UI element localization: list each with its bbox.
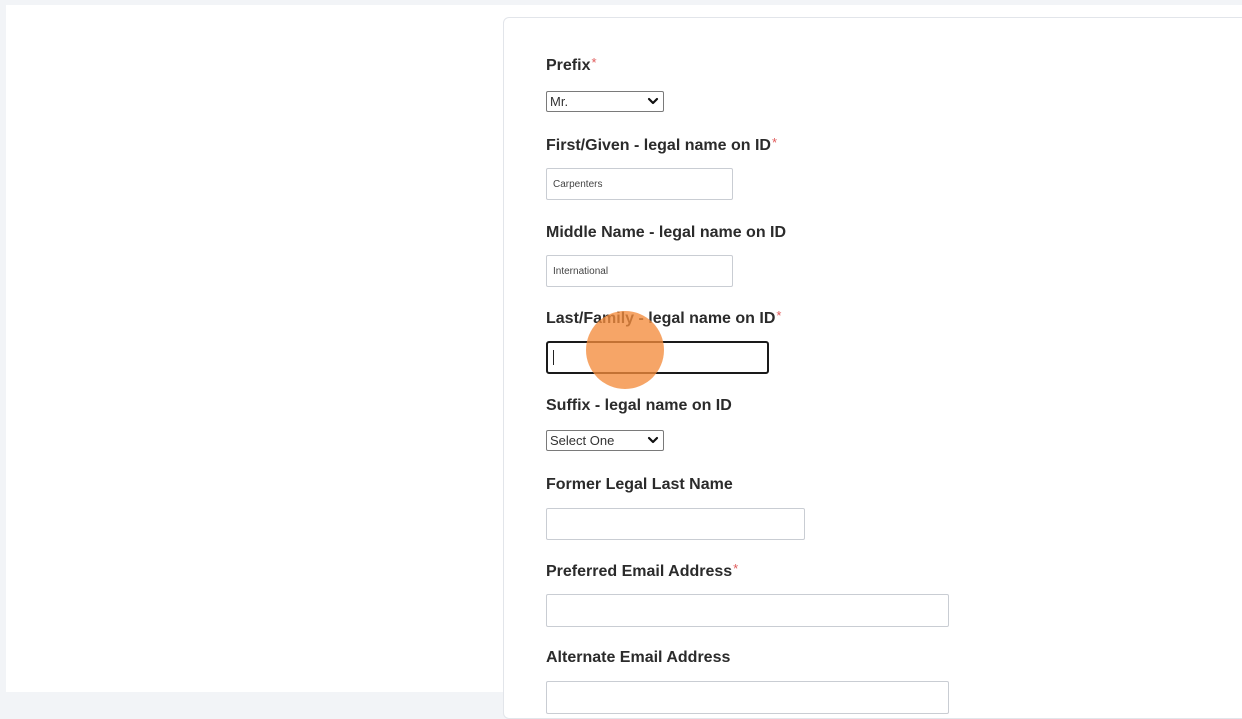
first-name-label: First/Given - legal name on ID*	[546, 135, 777, 155]
prefix-select[interactable]: Mr.	[546, 91, 664, 112]
first-name-input[interactable]: Carpenters	[546, 168, 733, 200]
suffix-select-value: Select One	[550, 433, 615, 448]
preferred-email-label-text: Preferred Email Address	[546, 563, 733, 580]
suffix-select[interactable]: Select One	[546, 430, 664, 451]
chevron-down-icon	[647, 93, 659, 114]
last-name-label: Last/Family - legal name on ID*	[546, 308, 782, 328]
middle-name-value: International	[553, 265, 609, 277]
middle-name-label-text: Middle Name - legal name on ID	[546, 224, 787, 241]
last-name-label-text: Last/Family - legal name on ID	[546, 310, 776, 327]
prefix-label: Prefix*	[546, 55, 597, 75]
required-mark: *	[776, 308, 782, 323]
preferred-email-input[interactable]	[546, 594, 949, 627]
suffix-label: Suffix - legal name on ID	[546, 397, 732, 415]
former-last-name-input[interactable]	[546, 508, 805, 540]
former-last-name-label: Former Legal Last Name	[546, 476, 733, 494]
required-mark: *	[771, 135, 777, 150]
middle-name-label: Middle Name - legal name on ID	[546, 224, 786, 242]
first-name-label-text: First/Given - legal name on ID	[546, 137, 771, 154]
preferred-email-label: Preferred Email Address*	[546, 561, 739, 581]
first-name-value: Carpenters	[553, 178, 603, 190]
last-name-input[interactable]	[546, 341, 769, 374]
alternate-email-input[interactable]	[546, 681, 949, 714]
prefix-select-value: Mr.	[550, 94, 569, 109]
text-caret	[553, 350, 554, 365]
required-mark: *	[591, 55, 597, 70]
middle-name-input[interactable]: International	[546, 255, 733, 287]
chevron-down-icon	[647, 432, 659, 453]
alternate-email-label-text: Alternate Email Address	[546, 649, 731, 666]
required-mark: *	[733, 561, 739, 576]
alternate-email-label: Alternate Email Address	[546, 649, 730, 667]
suffix-label-text: Suffix - legal name on ID	[546, 397, 732, 414]
former-last-name-label-text: Former Legal Last Name	[546, 476, 733, 493]
prefix-label-text: Prefix	[546, 57, 591, 74]
